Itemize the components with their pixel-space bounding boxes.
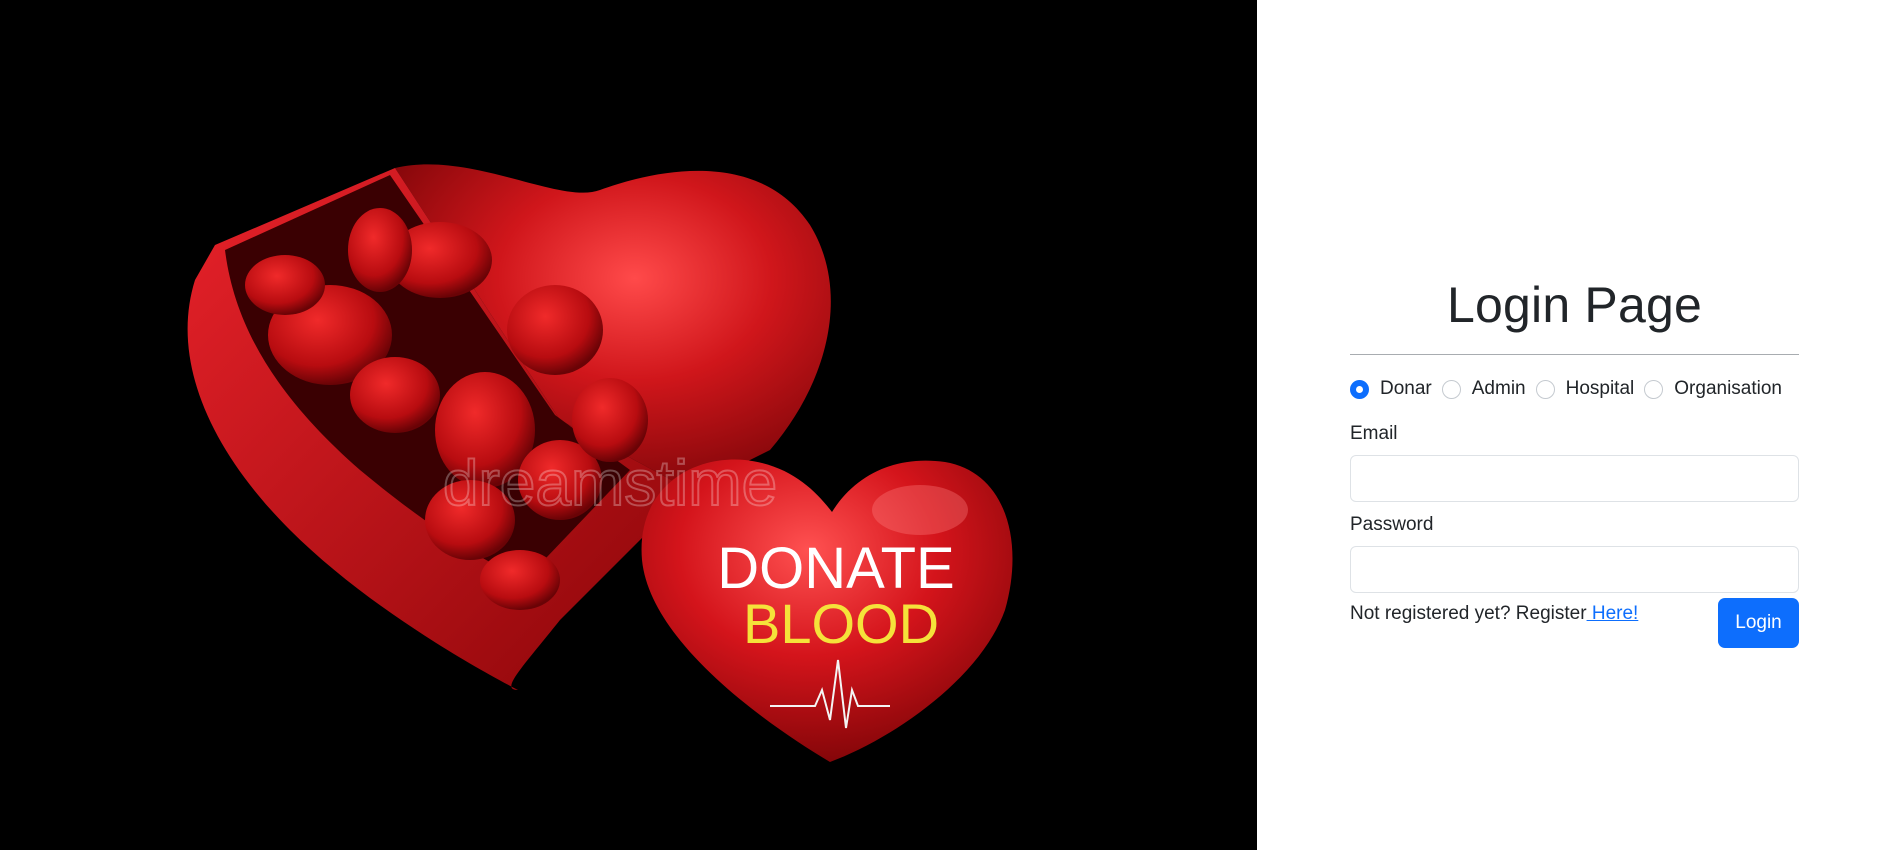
role-label-organisation: Organisation [1674, 378, 1782, 399]
register-text: Not registered yet? Register [1350, 603, 1587, 624]
register-link[interactable]: Here! [1587, 603, 1638, 624]
password-label: Password [1350, 514, 1434, 535]
role-label-hospital: Hospital [1565, 378, 1635, 399]
login-form: Login Page Donar Admin Hospital Organisa… [1350, 272, 1799, 648]
login-panel: Login Page Donar Admin Hospital Organisa… [1257, 0, 1881, 850]
page-title: Login Page [1446, 277, 1702, 333]
password-field[interactable] [1350, 546, 1799, 593]
radio-admin[interactable] [1441, 379, 1461, 399]
role-option-admin[interactable]: Admin [1441, 378, 1526, 400]
role-option-donar[interactable]: Donar [1350, 378, 1432, 400]
role-label-donar: Donar [1380, 378, 1432, 399]
radio-donar[interactable] [1350, 379, 1369, 399]
form-footer: Not registered yet? Register Here! Login [1350, 598, 1799, 648]
dreamstime-watermark: dreamstime [443, 447, 777, 519]
donate-blood-illustration: DONATE BLOOD dreamstime [187, 164, 1013, 762]
role-option-organisation[interactable]: Organisation [1644, 378, 1782, 400]
radio-hospital[interactable] [1535, 379, 1555, 399]
login-screen: DONATE BLOOD dreamstime Login Page Donar… [0, 0, 1881, 850]
login-button[interactable]: Login [1718, 598, 1799, 648]
blood-caption: BLOOD [743, 592, 939, 655]
email-label: Email [1350, 423, 1398, 444]
donate-blood-image: DONATE BLOOD dreamstime [0, 0, 1257, 850]
title-divider [1350, 354, 1799, 355]
register-prompt: Not registered yet? Register Here! [1350, 603, 1638, 625]
role-radio-group: Donar Admin Hospital Organisation [1350, 375, 1799, 403]
role-label-admin: Admin [1471, 378, 1526, 399]
email-field[interactable] [1350, 455, 1799, 502]
radio-organisation[interactable] [1644, 379, 1664, 399]
role-option-hospital[interactable]: Hospital [1535, 378, 1635, 400]
